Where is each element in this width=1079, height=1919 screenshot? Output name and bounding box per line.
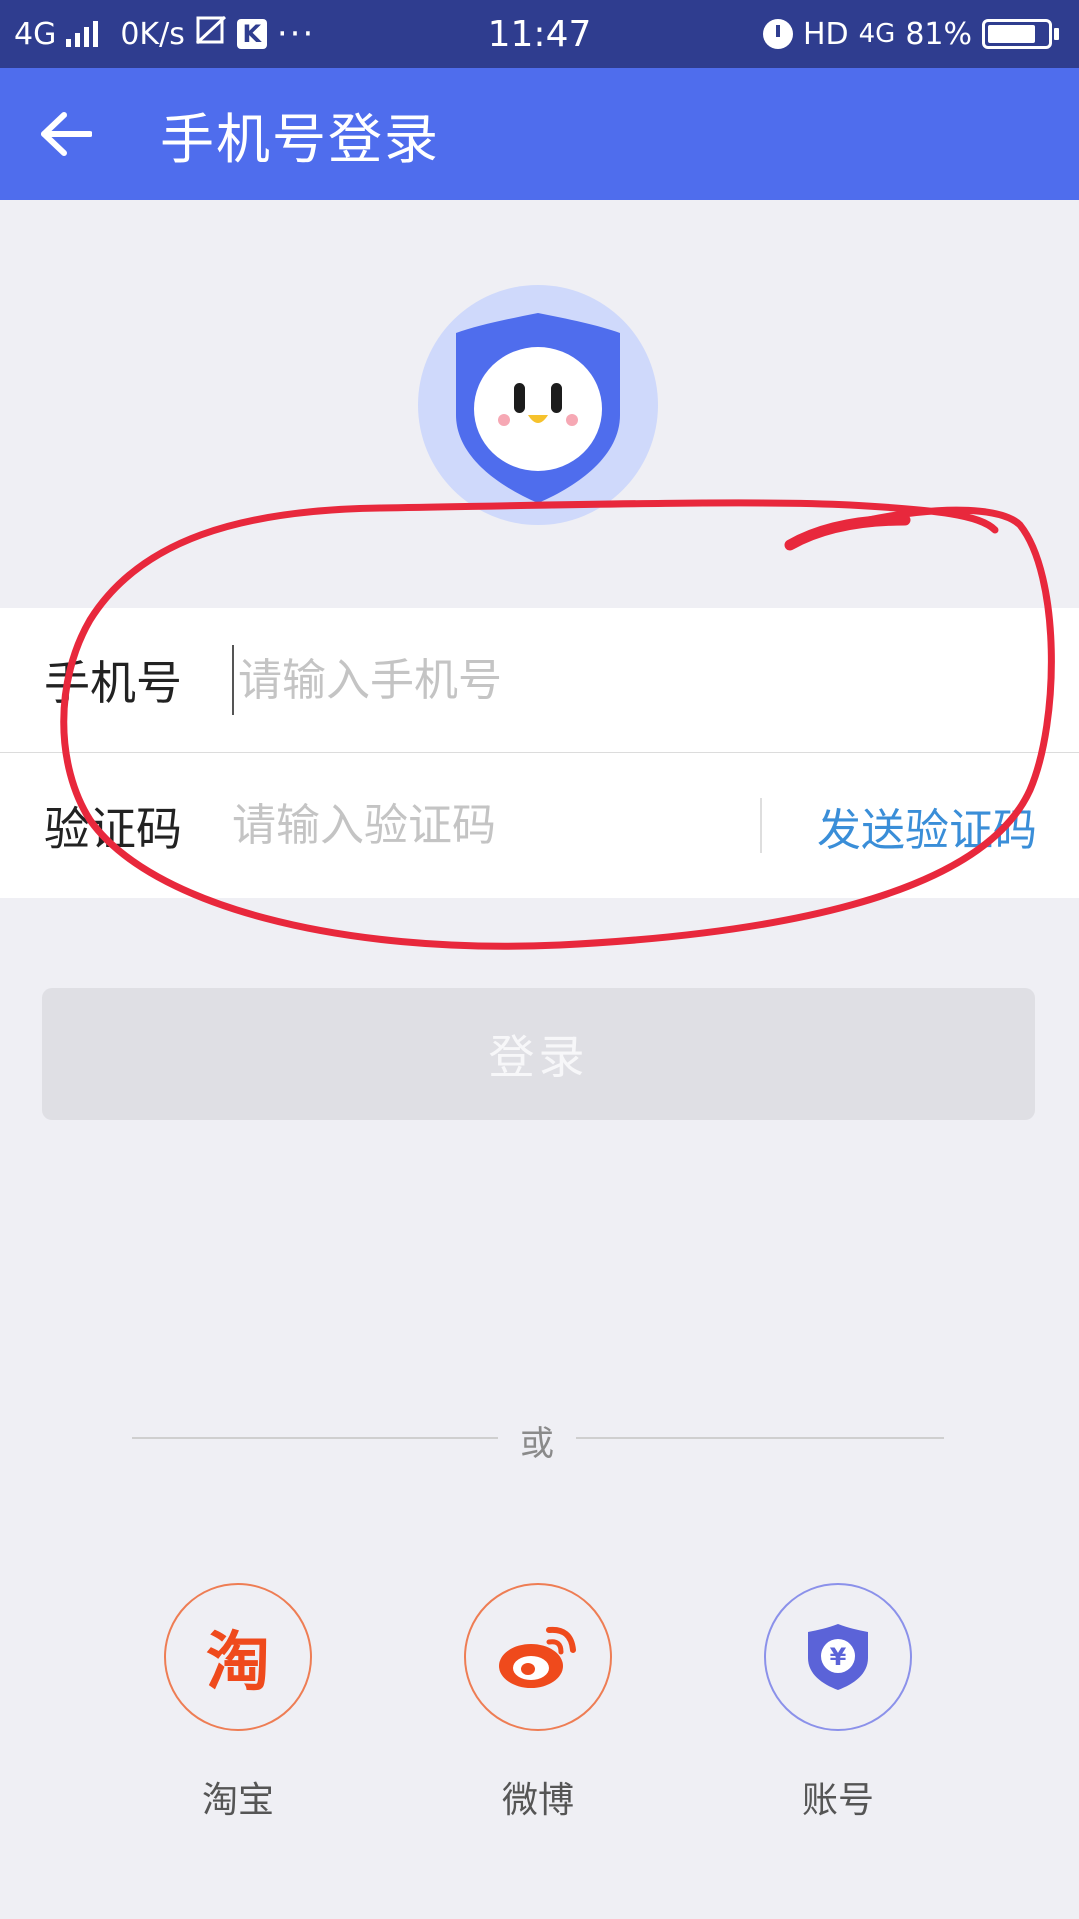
status-right: HD 4G 81%	[762, 0, 1059, 68]
network-type: 4G	[14, 16, 57, 52]
or-divider-right	[576, 1437, 944, 1439]
network-type-right: 4G	[858, 19, 896, 49]
battery-level	[988, 25, 1035, 43]
phone-row: 手机号	[0, 608, 1079, 753]
status-left: 4G 0K/s K ···	[14, 0, 315, 68]
taobao-login[interactable]: 淘 淘宝	[163, 1583, 313, 1823]
or-text: 或	[520, 1424, 554, 1464]
app-bar: 手机号登录	[0, 68, 1079, 200]
back-button[interactable]	[30, 98, 102, 170]
code-label: 验证码	[44, 801, 182, 856]
send-code-button[interactable]: 发送验证码	[817, 794, 1037, 858]
account-shield-icon: ¥	[808, 1624, 868, 1690]
taobao-button[interactable]: 淘	[164, 1583, 312, 1731]
status-bar: 4G 0K/s K ··· 11:47 HD 4G 81%	[0, 0, 1079, 68]
weibo-login[interactable]: 微博	[463, 1583, 613, 1823]
more-notifications-icon: ···	[276, 14, 316, 54]
app-logo	[418, 285, 658, 525]
signal-icon	[66, 21, 99, 47]
alarm-icon	[762, 19, 793, 49]
page-title: 手机号登录	[160, 107, 440, 171]
taobao-label: 淘宝	[201, 1780, 274, 1821]
code-row: 验证码 发送验证码	[0, 753, 1079, 898]
battery-percent: 81%	[905, 16, 972, 52]
phone-label: 手机号	[44, 656, 182, 710]
or-divider-left	[132, 1437, 498, 1439]
code-input[interactable]	[232, 790, 732, 861]
weibo-icon	[499, 1626, 576, 1688]
account-login[interactable]: ¥ 账号	[763, 1583, 913, 1823]
weibo-label: 微博	[501, 1780, 574, 1821]
back-arrow-icon	[41, 112, 92, 156]
login-button[interactable]: 登录	[42, 988, 1035, 1120]
account-shield-glyph: ¥	[830, 1643, 847, 1671]
account-label: 账号	[801, 1780, 874, 1821]
k-app-icon: K	[236, 19, 267, 49]
weibo-button[interactable]	[464, 1583, 612, 1731]
login-form: 手机号 验证码 发送验证码	[0, 608, 1079, 898]
account-button[interactable]: ¥	[764, 1583, 912, 1731]
taobao-icon: 淘	[206, 1626, 270, 1700]
code-divider	[760, 798, 762, 853]
phone-input[interactable]	[232, 645, 1032, 715]
network-speed: 0K/s	[120, 16, 185, 52]
login-screen: 4G 0K/s K ··· 11:47 HD 4G 81% 手机号登录 手机号 …	[0, 0, 1079, 1919]
battery-icon	[982, 19, 1059, 49]
mascot-logo-icon	[456, 313, 620, 503]
hd-badge: HD	[802, 16, 849, 52]
no-sim-icon	[195, 15, 227, 53]
